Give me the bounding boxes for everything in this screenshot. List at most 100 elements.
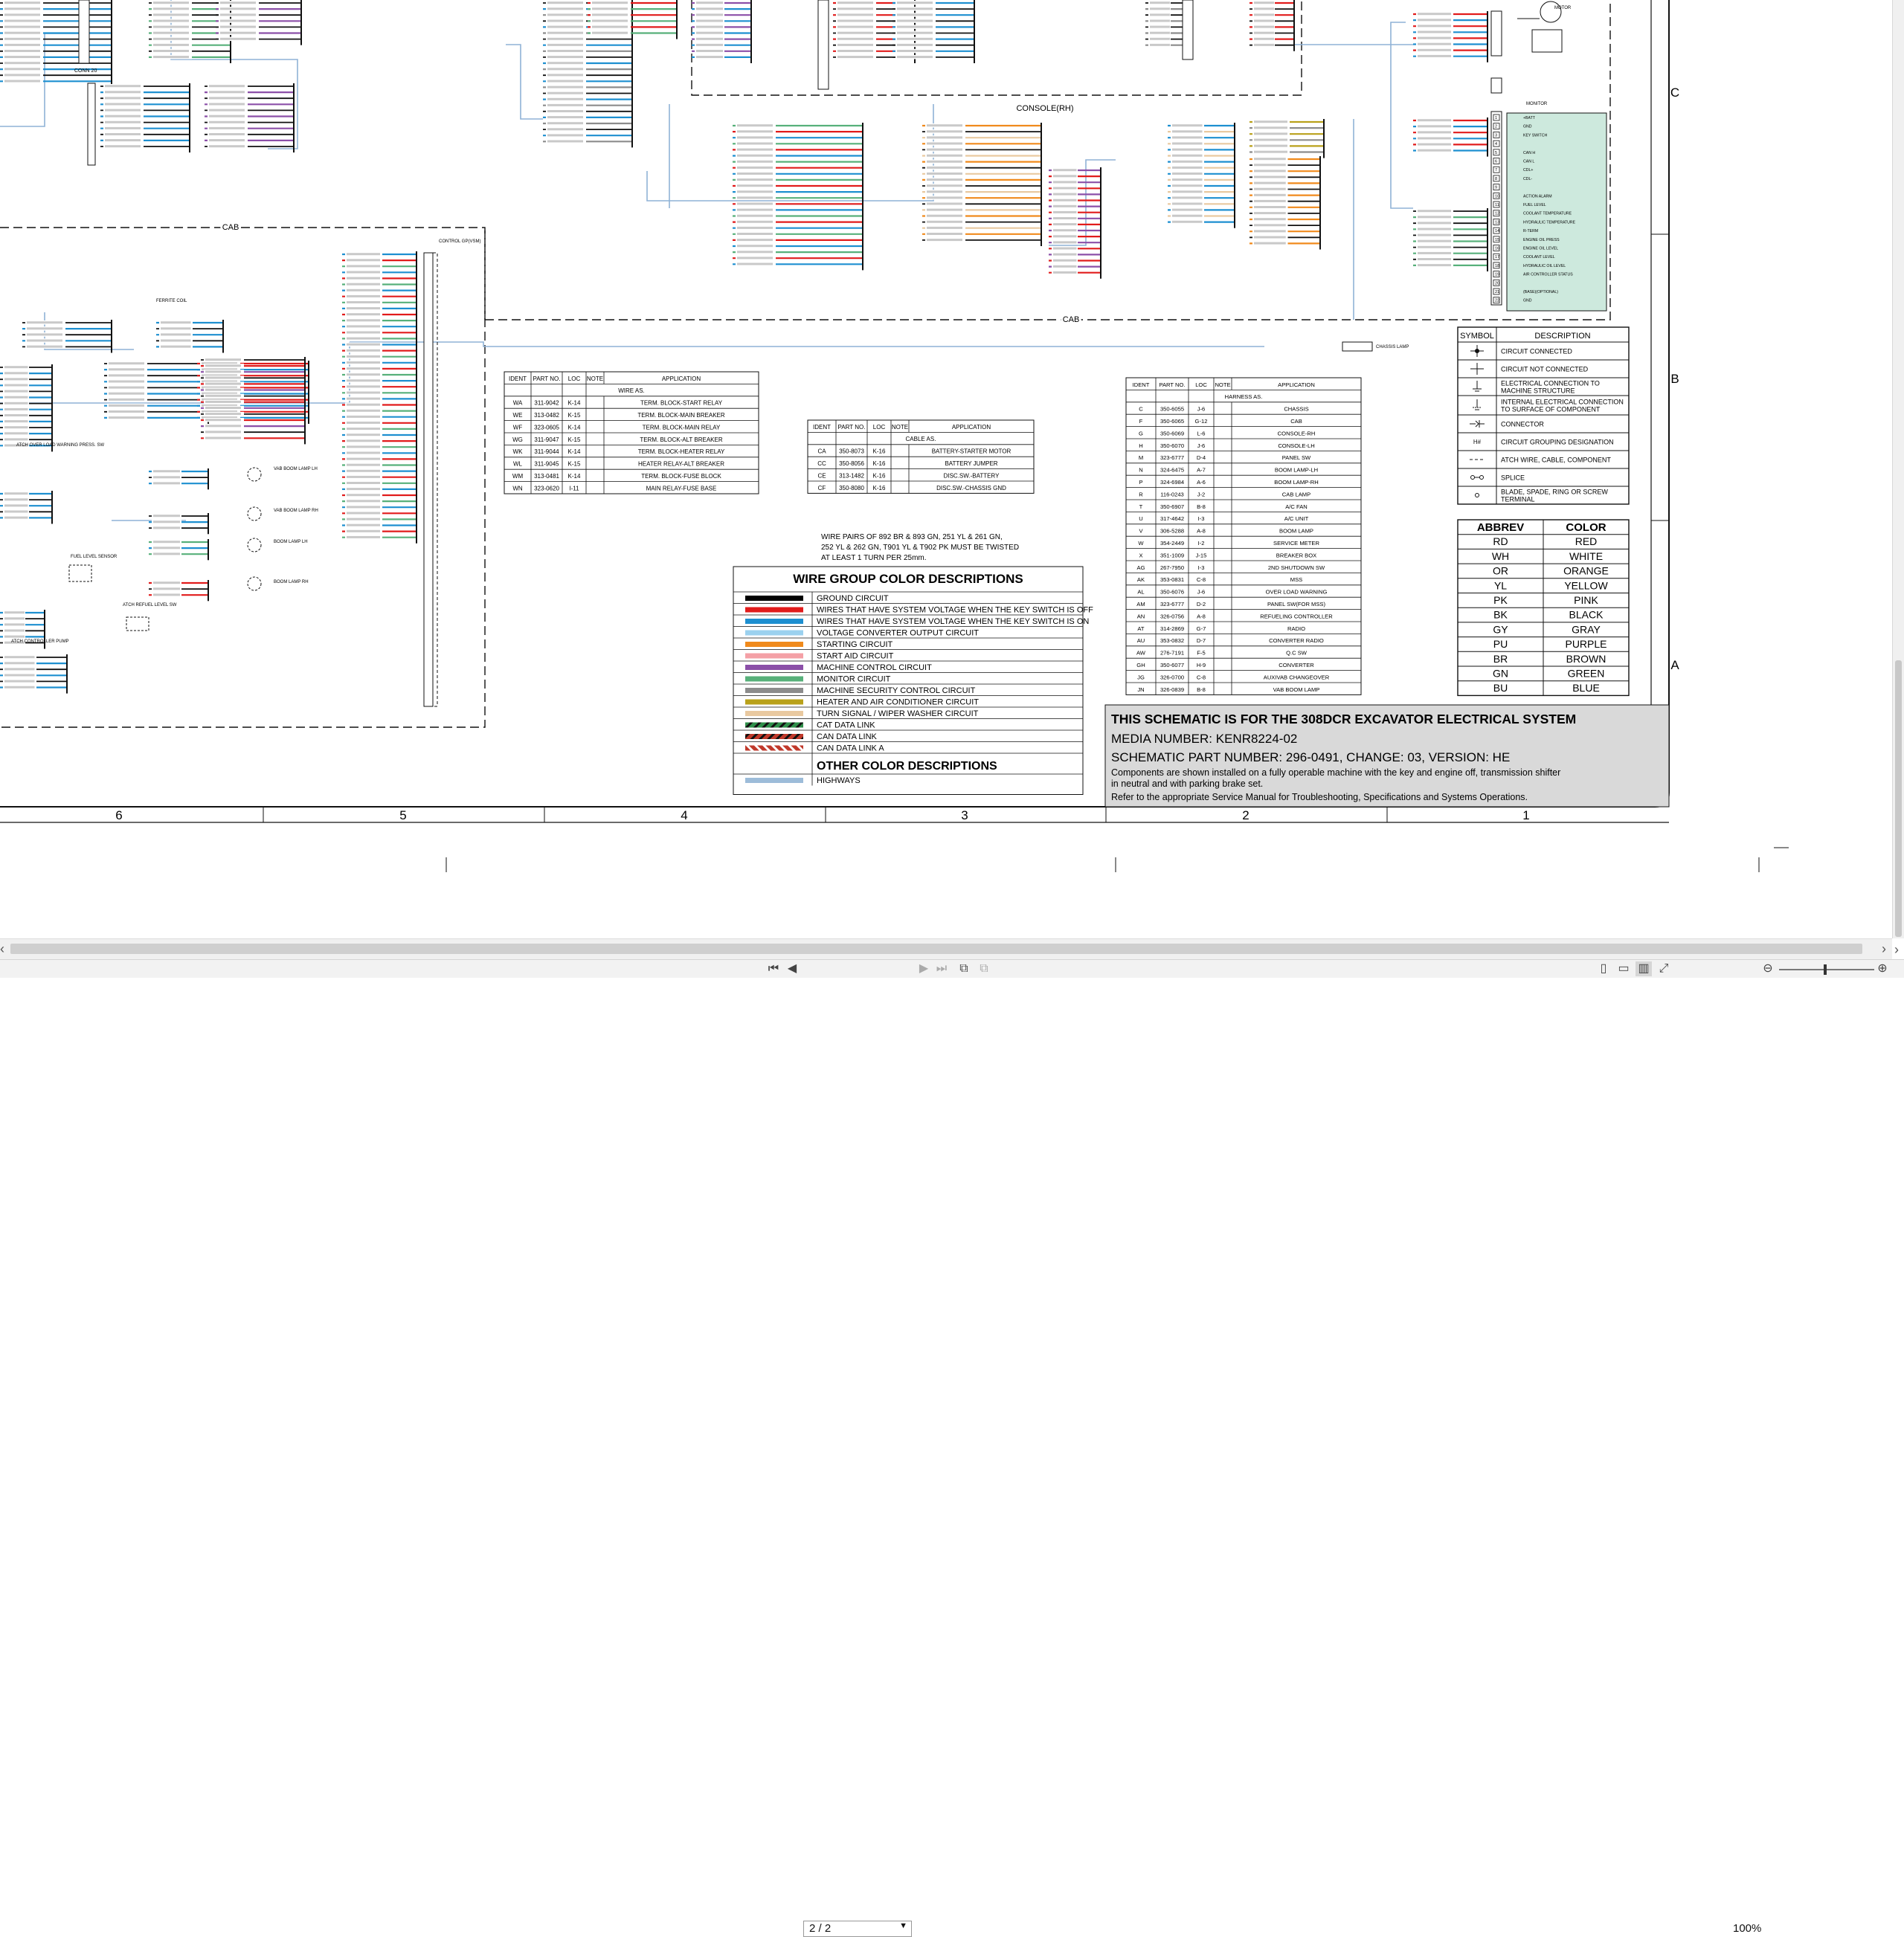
abbrev-color-name: RED [1575, 535, 1598, 547]
monitor-pin-number: 16 [1495, 247, 1499, 251]
table-cell: JN [1137, 686, 1144, 693]
page-number-select[interactable]: 2 / 2 ▼ [803, 1921, 912, 1937]
last-page-icon[interactable]: ⏭ [933, 961, 950, 976]
table-header-cell: LOC [873, 424, 886, 431]
zoom-slider[interactable] [1779, 964, 1874, 975]
monitor-pin-number: 22 [1495, 299, 1499, 303]
single-page-view-icon[interactable]: ▯ [1595, 961, 1612, 976]
abbrev-color-name: ORANGE [1563, 565, 1609, 577]
table-cell: CAB [1290, 418, 1302, 425]
legend-swatch [745, 607, 803, 613]
wire-bundle [342, 251, 417, 544]
viewer-toolbar: ⏮ ◀ 2 / 2 ▼ ▶ ⏭ ⧉ ⧉ ▯ ▭ ▥ ⤢ 100% ⊖ ⊕ [0, 959, 1904, 1937]
table-cell: JG [1137, 674, 1145, 680]
table-header-cell: APPLICATION [952, 424, 991, 431]
symbol-description: BLADE, SPADE, RING OR SCREW [1501, 489, 1608, 496]
abbrev-color-name: WHITE [1569, 550, 1603, 562]
fit-page-icon[interactable]: ⤢ [1656, 961, 1672, 976]
grid-col-5: 5 [399, 808, 406, 822]
previous-page-icon[interactable]: ◀ [785, 961, 800, 976]
legend-swatch [745, 630, 803, 636]
legend-label: MACHINE SECURITY CONTROL CIRCUIT [817, 686, 976, 695]
wire-bundle [149, 468, 209, 490]
table-cell: D-7 [1197, 637, 1206, 644]
wire-bundle [733, 123, 863, 271]
table-cell: HEATER RELAY-ALT BREAKER [638, 461, 724, 468]
grid-col-2: 2 [1242, 808, 1249, 822]
monitor-pin-number: 8 [1495, 177, 1497, 181]
zoom-out-icon[interactable]: ⊖ [1761, 961, 1775, 976]
monitor-pin-label: CDL+ [1523, 168, 1533, 173]
table-cell: P [1139, 479, 1142, 486]
abbrev-code: GY [1493, 623, 1508, 635]
table-cell: 350-6055 [1160, 406, 1184, 413]
symbol-header: SYMBOL [1460, 332, 1494, 341]
monitor-pin-label: CDL- [1523, 177, 1532, 181]
svg-text:H#: H# [1473, 439, 1482, 445]
table-cell: AW [1136, 650, 1146, 657]
wire-bundle [0, 364, 53, 452]
wire-bundle [100, 83, 190, 153]
horizontal-scroll-thumb[interactable] [10, 944, 1862, 954]
page-layout-icon[interactable]: ⧉ [956, 961, 972, 976]
monitor-pin-label: CAN H [1523, 151, 1535, 155]
legend-swatch [745, 778, 803, 783]
table-cell: 313-0482 [534, 412, 559, 419]
table-section-label: WIRE AS. [618, 387, 645, 394]
table-cell: C [1139, 406, 1143, 413]
legend-other-title: OTHER COLOR DESCRIPTIONS [817, 760, 997, 773]
table-cell: A/C UNIT [1284, 515, 1309, 522]
monitor-label: MONITOR [1526, 102, 1548, 106]
table-cell: N [1139, 467, 1142, 474]
boom-lamp-lh-label: BOOM LAMP LH [274, 540, 308, 544]
grid-column-labels: 6 5 4 3 2 1 [115, 808, 1529, 822]
table-cell: J-6 [1197, 442, 1206, 449]
page-number-value: 2 / 2 [809, 1922, 832, 1935]
zoom-in-icon[interactable]: ⊕ [1876, 961, 1889, 976]
svg-text:252 YL & 262 GN, T901 YL & T90: 252 YL & 262 GN, T901 YL & T902 PK MUST … [821, 544, 1019, 552]
horizontal-scrollbar[interactable]: ‹ › [0, 938, 1892, 960]
next-page-icon[interactable]: ▶ [917, 961, 930, 976]
monitor-pin-number: 13 [1495, 220, 1499, 225]
page-layout-alt-icon[interactable]: ⧉ [976, 961, 992, 976]
scroll-right-icon[interactable]: › [1882, 942, 1886, 955]
table-cell: I-11 [569, 485, 579, 491]
table-cell: A-7 [1197, 467, 1206, 474]
scroll-left-icon[interactable]: ‹ [0, 942, 4, 955]
vertical-scroll-thumb[interactable] [1895, 660, 1902, 937]
table-cell: K-16 [873, 448, 886, 455]
table-cell: K-16 [873, 472, 886, 479]
legend-label: WIRES THAT HAVE SYSTEM VOLTAGE WHEN THE … [817, 606, 1093, 615]
legend-label: MACHINE CONTROL CIRCUIT [817, 663, 932, 672]
table-header-cell: NOTE [892, 424, 908, 431]
monitor-pin-number: 9 [1495, 186, 1497, 190]
monitor-pin-label: ACTION ALARM [1523, 194, 1552, 199]
first-page-icon[interactable]: ⏮ [766, 961, 781, 976]
symbol-description: ATCH WIRE, CABLE, COMPONENT [1501, 457, 1611, 464]
two-page-view-icon[interactable]: ▥ [1636, 961, 1652, 976]
legend-swatch [745, 676, 803, 682]
symbol-description: CIRCUIT CONNECTED [1501, 348, 1572, 355]
table-cell: PANEL SW(FOR MSS) [1267, 601, 1326, 607]
table-cell: BOOM LAMP-LH [1275, 467, 1318, 474]
table-cell: BATTERY JUMPER [945, 460, 997, 467]
legend-swatch [745, 699, 803, 705]
wire-bundle [1413, 208, 1488, 271]
scroll-corner-right-icon[interactable]: › [1894, 943, 1899, 956]
wire-bundle [156, 320, 224, 353]
title-block-desc-1: Components are shown installed on a full… [1111, 767, 1560, 778]
table-cell: H-9 [1197, 662, 1206, 668]
wire-bundle [216, 0, 302, 45]
document-viewer: 654321 CBA CAB CAB CONSOLE(RH) MOTOR CON… [0, 0, 1892, 938]
table-cell: 267-7950 [1160, 564, 1184, 571]
monitor-pin-number: 15 [1495, 238, 1499, 242]
boom-lamp-rh-label: BOOM LAMP RH [274, 580, 309, 584]
vertical-scrollbar[interactable] [1892, 0, 1904, 938]
monitor-pin-number: 19 [1495, 273, 1499, 277]
continuous-view-icon[interactable]: ▭ [1615, 961, 1632, 976]
zoom-slider-handle[interactable] [1824, 964, 1827, 975]
symbol-description: CIRCUIT GROUPING DESIGNATION [1501, 439, 1614, 446]
table-cell: 353-0831 [1160, 576, 1184, 583]
table-cell: DISC.SW.-CHASSIS GND [936, 485, 1006, 491]
table-cell: M [1139, 454, 1143, 461]
